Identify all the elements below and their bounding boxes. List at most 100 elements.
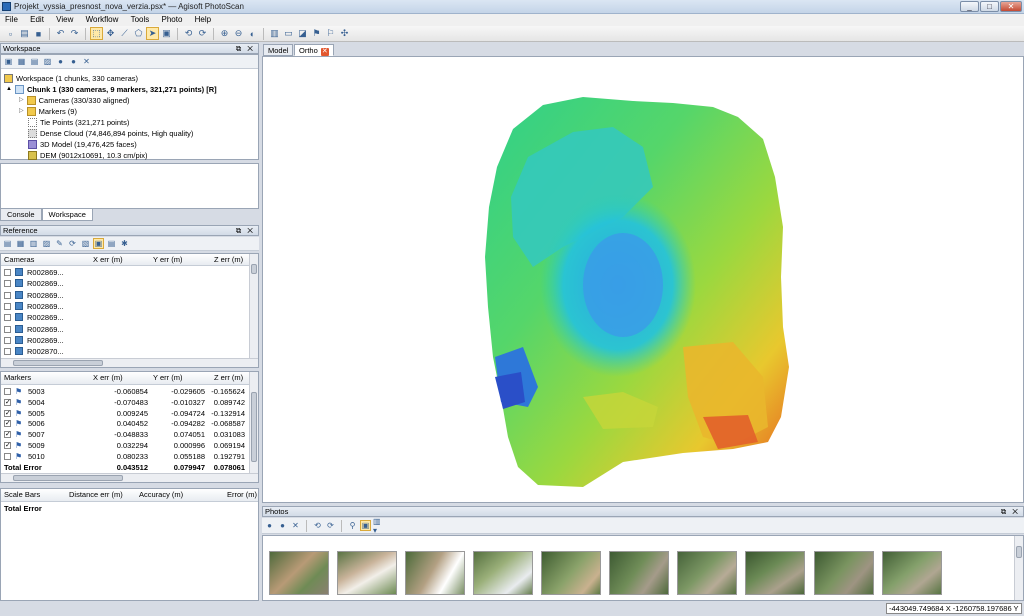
marker-checkbox[interactable]: ✓ bbox=[4, 409, 11, 417]
select-icon[interactable]: ⬚ bbox=[90, 27, 103, 40]
col-z-err[interactable]: Z err (m) bbox=[214, 254, 243, 266]
tab-ortho[interactable]: Ortho ✕ bbox=[294, 44, 334, 56]
tree-item-dense-cloud[interactable]: Dense Cloud (74,846,894 points, High qua… bbox=[28, 128, 193, 139]
image-icon[interactable]: ▥ bbox=[268, 27, 281, 40]
photo-thumbnail[interactable] bbox=[814, 551, 874, 595]
col-x-err[interactable]: X err (m) bbox=[93, 254, 123, 266]
rotate-left-photo-icon[interactable]: ⟲ bbox=[312, 520, 323, 531]
marker-checkbox[interactable]: ✓ bbox=[4, 420, 11, 428]
open-icon[interactable]: ▤ bbox=[18, 27, 31, 40]
marker-row[interactable]: ✓ ⚑ 5007 -0.048833 0.074051 0.031083 bbox=[1, 429, 249, 440]
tab-model[interactable]: Model bbox=[263, 44, 294, 56]
col-x-err[interactable]: X err (m) bbox=[93, 372, 123, 384]
marker-row[interactable]: ✓ ⚑ 5006 0.040452 -0.094282 -0.068587 bbox=[1, 418, 249, 429]
navigation-icon[interactable]: ➤ bbox=[146, 27, 159, 40]
remove-icon[interactable]: ✕ bbox=[81, 56, 92, 67]
export-icon[interactable]: ▦ bbox=[15, 238, 26, 249]
close-tab-icon[interactable]: ✕ bbox=[320, 48, 329, 56]
camera-row[interactable]: R002870... bbox=[1, 346, 249, 357]
camera-checkbox[interactable] bbox=[4, 302, 11, 310]
scroll-thumb[interactable] bbox=[13, 475, 123, 481]
message-icon[interactable]: ◪ bbox=[296, 27, 309, 40]
reset-view-icon[interactable]: ◐ bbox=[246, 27, 259, 40]
add-photos-icon[interactable]: ▦ bbox=[16, 56, 27, 67]
camera-checkbox[interactable] bbox=[4, 336, 11, 344]
filter-icon[interactable]: ⚲ bbox=[347, 520, 358, 531]
disable-camera-icon[interactable]: ● bbox=[277, 520, 288, 531]
chunk-item[interactable]: ▲ Chunk 1 (330 cameras, 9 markers, 321,2… bbox=[6, 84, 217, 95]
marker-checkbox[interactable] bbox=[4, 452, 11, 460]
menu-view[interactable]: View bbox=[51, 14, 78, 25]
rotate-right-photo-icon[interactable]: ⟳ bbox=[325, 520, 336, 531]
enable-icon[interactable]: ● bbox=[55, 56, 66, 67]
photo-thumbnail[interactable] bbox=[609, 551, 669, 595]
collapse-icon[interactable]: ▲ bbox=[6, 84, 12, 95]
redo-icon[interactable]: ↷ bbox=[68, 27, 81, 40]
crosshair-icon[interactable]: ✣ bbox=[338, 27, 351, 40]
zoom-in-icon[interactable]: ⊕ bbox=[218, 27, 231, 40]
markers-icon[interactable]: ⚑ bbox=[310, 27, 323, 40]
photo-thumbnail[interactable] bbox=[677, 551, 737, 595]
camera-checkbox[interactable] bbox=[4, 269, 11, 276]
panel-controls-icon[interactable]: ⧉ ✕ bbox=[236, 226, 255, 236]
import-icon[interactable]: ▤ bbox=[2, 238, 13, 249]
new-icon[interactable]: ▫ bbox=[4, 27, 17, 40]
col-accuracy[interactable]: Accuracy (m) bbox=[139, 489, 183, 501]
marker-checkbox[interactable]: ✓ bbox=[4, 398, 11, 406]
col-markers[interactable]: Markers bbox=[4, 372, 31, 384]
camera-row[interactable]: R002869... bbox=[1, 312, 249, 323]
update-icon[interactable]: ⟳ bbox=[67, 238, 78, 249]
photo-thumbnail[interactable] bbox=[269, 551, 329, 595]
marker-checkbox[interactable]: ✓ bbox=[4, 442, 11, 449]
flag-icon[interactable]: ⚐ bbox=[324, 27, 337, 40]
camera-row[interactable]: R002869... bbox=[1, 335, 249, 346]
tree-item-tie-points[interactable]: Tie Points (321,271 points) bbox=[28, 117, 129, 128]
expand-icon[interactable]: ▷ bbox=[19, 95, 24, 106]
tab-console[interactable]: Console bbox=[0, 209, 42, 221]
col-y-err[interactable]: Y err (m) bbox=[153, 254, 182, 266]
workspace-root[interactable]: Workspace (1 chunks, 330 cameras) bbox=[4, 73, 138, 84]
close-button[interactable]: ✕ bbox=[1000, 1, 1022, 12]
enable-camera-icon[interactable]: ● bbox=[264, 520, 275, 531]
scroll-thumb[interactable] bbox=[251, 392, 257, 462]
marker-row[interactable]: ✓ ⚑ 5009 0.032294 0.000996 0.069194 bbox=[1, 440, 249, 451]
camera-row[interactable]: R002869... bbox=[1, 290, 249, 301]
zoom-out-icon[interactable]: ⊖ bbox=[232, 27, 245, 40]
marker-row[interactable]: ⚑ 5010 0.080233 0.055188 0.192791 bbox=[1, 451, 249, 462]
scroll-thumb[interactable] bbox=[251, 264, 257, 274]
camera-checkbox[interactable] bbox=[4, 348, 11, 356]
ruler-icon[interactable]: ⟋ bbox=[118, 27, 131, 40]
photo-thumbnail[interactable] bbox=[745, 551, 805, 595]
markers-horizontal-scrollbar[interactable] bbox=[1, 473, 258, 482]
photo-thumbnail[interactable] bbox=[473, 551, 533, 595]
col-distance-err[interactable]: Distance err (m) bbox=[69, 489, 123, 501]
photo-thumbnail[interactable] bbox=[405, 551, 465, 595]
col-cameras[interactable]: Cameras bbox=[4, 254, 34, 266]
camera-row[interactable]: R002869... bbox=[1, 324, 249, 335]
reset-filter-icon[interactable]: ▣ bbox=[360, 520, 371, 531]
photo-thumbnail[interactable] bbox=[882, 551, 942, 595]
photo-thumbnail[interactable] bbox=[541, 551, 601, 595]
view-source-icon[interactable]: ▧ bbox=[80, 238, 91, 249]
camera-checkbox[interactable] bbox=[4, 325, 11, 333]
col-scale-bars[interactable]: Scale Bars bbox=[4, 489, 40, 501]
menu-edit[interactable]: Edit bbox=[25, 14, 49, 25]
view-variance-icon[interactable]: ▤ bbox=[106, 238, 117, 249]
save-icon[interactable]: ■ bbox=[32, 27, 45, 40]
shape-icon[interactable]: ▣ bbox=[160, 27, 173, 40]
settings-icon[interactable]: ✱ bbox=[119, 238, 130, 249]
marker-checkbox[interactable] bbox=[4, 388, 11, 395]
table-icon[interactable]: ▨ bbox=[41, 238, 52, 249]
col-z-err[interactable]: Z err (m) bbox=[214, 372, 243, 384]
pen-icon[interactable]: ✎ bbox=[54, 238, 65, 249]
menu-photo[interactable]: Photo bbox=[157, 14, 188, 25]
camera-checkbox[interactable] bbox=[4, 314, 11, 322]
polygon-icon[interactable]: ⬠ bbox=[132, 27, 145, 40]
marker-row[interactable]: ✓ ⚑ 5005 0.009245 -0.094724 -0.132914 bbox=[1, 408, 249, 419]
rotate-left-icon[interactable]: ⟲ bbox=[182, 27, 195, 40]
menu-help[interactable]: Help bbox=[190, 14, 216, 25]
photo-thumbnail[interactable] bbox=[337, 551, 397, 595]
tree-item-3d-model[interactable]: 3D Model (19,476,425 faces) bbox=[28, 139, 137, 150]
ortho-view[interactable] bbox=[262, 56, 1024, 503]
menu-tools[interactable]: Tools bbox=[126, 14, 155, 25]
